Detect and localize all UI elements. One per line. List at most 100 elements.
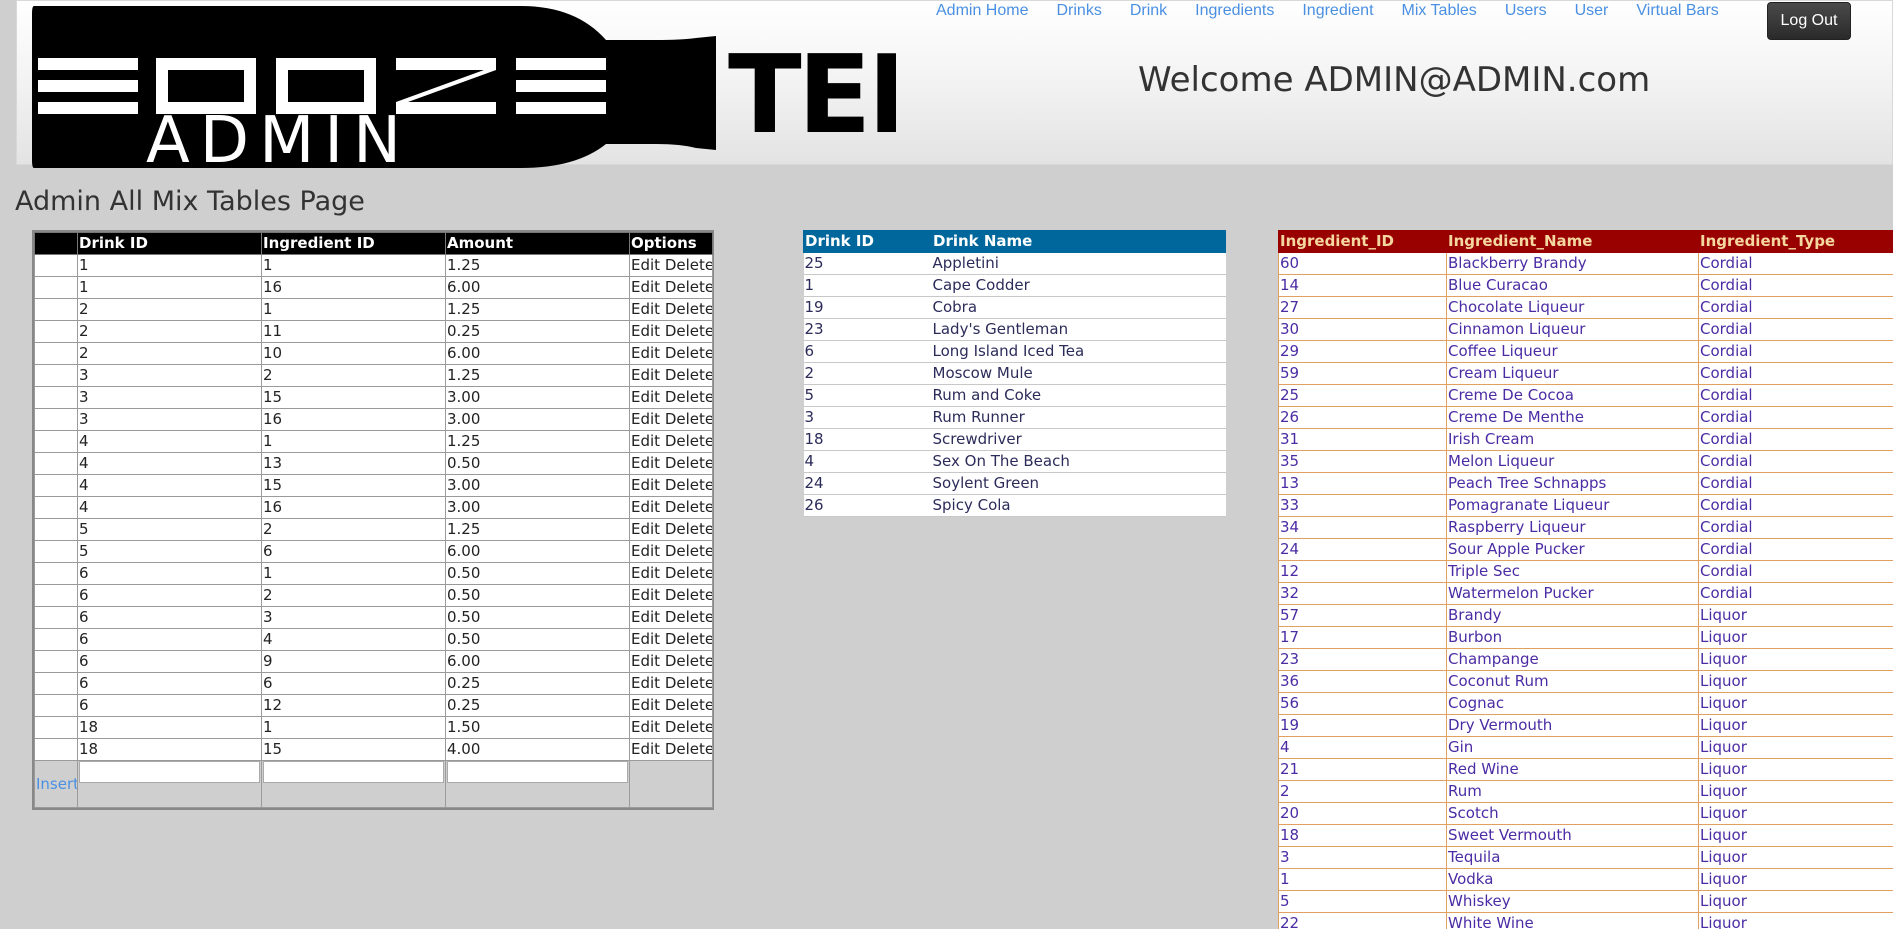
- mix-table-row: 6 9 6.00 Edit Delete: [34, 650, 713, 673]
- edit-link[interactable]: Edit: [631, 696, 660, 714]
- delete-link[interactable]: Delete: [665, 652, 712, 670]
- ingredients-cell-type: Liquor: [1698, 802, 1893, 825]
- insert-amount-cell: [445, 760, 630, 808]
- delete-link[interactable]: Delete: [665, 322, 712, 340]
- edit-link[interactable]: Edit: [631, 256, 660, 274]
- nav-admin-home[interactable]: Admin Home: [936, 2, 1028, 20]
- mix-cell-amount: 3.00: [445, 474, 630, 497]
- ingredients-table-body: 60 Blackberry Brandy Cordial 14 Blue Curacao…: [1278, 252, 1893, 929]
- edit-link[interactable]: Edit: [631, 410, 660, 428]
- delete-link[interactable]: Delete: [665, 564, 712, 582]
- mix-cell-amount: 1.25: [445, 518, 630, 541]
- edit-link[interactable]: Edit: [631, 586, 660, 604]
- edit-link[interactable]: Edit: [631, 454, 660, 472]
- edit-link[interactable]: Edit: [631, 432, 660, 450]
- delete-link[interactable]: Delete: [665, 366, 712, 384]
- delete-link[interactable]: Delete: [665, 542, 712, 560]
- delete-link[interactable]: Delete: [665, 256, 712, 274]
- edit-link[interactable]: Edit: [631, 608, 660, 626]
- ingredients-cell-name: Burbon: [1446, 626, 1699, 649]
- delete-link[interactable]: Delete: [665, 410, 712, 428]
- ingredients-table-row: 25 Creme De Cocoa Cordial: [1278, 384, 1893, 407]
- logout-button[interactable]: Log Out: [1767, 2, 1851, 40]
- edit-link[interactable]: Edit: [631, 344, 660, 362]
- ingredients-table-row: 22 White Wine Liquor: [1278, 912, 1893, 929]
- edit-link[interactable]: Edit: [631, 322, 660, 340]
- mix-cell-ingredient-id: 2: [261, 584, 446, 607]
- delete-link[interactable]: Delete: [665, 300, 712, 318]
- nav-mix-tables[interactable]: Mix Tables: [1402, 2, 1477, 20]
- delete-link[interactable]: Delete: [665, 630, 712, 648]
- mix-cell-options: Edit Delete: [629, 694, 713, 717]
- drinks-cell-name: Cape Codder: [931, 274, 1226, 297]
- mix-col-blank: [34, 232, 78, 255]
- nav-user[interactable]: User: [1575, 2, 1609, 20]
- nav-ingredients[interactable]: Ingredients: [1195, 2, 1274, 20]
- delete-link[interactable]: Delete: [665, 674, 712, 692]
- ingredients-cell-id: 12: [1278, 560, 1447, 583]
- delete-link[interactable]: Delete: [665, 718, 712, 736]
- edit-link[interactable]: Edit: [631, 476, 660, 494]
- ingredients-cell-name: Sour Apple Pucker: [1446, 538, 1699, 561]
- delete-link[interactable]: Delete: [665, 498, 712, 516]
- nav-users[interactable]: Users: [1505, 2, 1547, 20]
- nav-drinks[interactable]: Drinks: [1056, 2, 1101, 20]
- delete-link[interactable]: Delete: [665, 608, 712, 626]
- mix-cell-amount: 0.25: [445, 320, 630, 343]
- drinks-cell-id: 26: [803, 494, 932, 517]
- delete-link[interactable]: Delete: [665, 388, 712, 406]
- drinks-table-row: 19 Cobra: [803, 296, 1226, 319]
- ingredients-col-id: Ingredient_ID: [1278, 230, 1447, 253]
- mix-cell-amount: 0.50: [445, 584, 630, 607]
- edit-link[interactable]: Edit: [631, 674, 660, 692]
- mix-cell-ingredient-id: 10: [261, 342, 446, 365]
- insert-ingredient-id-input[interactable]: [263, 761, 444, 783]
- delete-link[interactable]: Delete: [665, 740, 712, 758]
- delete-link[interactable]: Delete: [665, 520, 712, 538]
- ingredients-cell-type: Cordial: [1698, 560, 1893, 583]
- mix-cell-options: Edit Delete: [629, 716, 713, 739]
- nav-virtual-bars[interactable]: Virtual Bars: [1636, 2, 1718, 20]
- edit-link[interactable]: Edit: [631, 652, 660, 670]
- mix-cell-drink-id: 3: [77, 408, 262, 431]
- insert-amount-input[interactable]: [447, 761, 628, 783]
- ingredients-cell-id: 1: [1278, 868, 1447, 891]
- insert-drink-id-input[interactable]: [79, 761, 260, 783]
- drinks-cell-id: 19: [803, 296, 932, 319]
- edit-link[interactable]: Edit: [631, 520, 660, 538]
- edit-link[interactable]: Edit: [631, 740, 660, 758]
- delete-link[interactable]: Delete: [665, 432, 712, 450]
- ingredients-cell-name: White Wine: [1446, 912, 1699, 929]
- edit-link[interactable]: Edit: [631, 366, 660, 384]
- edit-link[interactable]: Edit: [631, 278, 660, 296]
- insert-link[interactable]: Insert: [36, 774, 77, 795]
- drinks-cell-id: 4: [803, 450, 932, 473]
- delete-link[interactable]: Delete: [665, 278, 712, 296]
- edit-link[interactable]: Edit: [631, 388, 660, 406]
- mix-cell-options: Edit Delete: [629, 386, 713, 409]
- ingredients-table-row: 60 Blackberry Brandy Cordial: [1278, 252, 1893, 275]
- ingredients-cell-type: Liquor: [1698, 736, 1893, 759]
- edit-link[interactable]: Edit: [631, 630, 660, 648]
- ingredients-cell-id: 60: [1278, 252, 1447, 275]
- ingredients-cell-id: 2: [1278, 780, 1447, 803]
- delete-link[interactable]: Delete: [665, 696, 712, 714]
- delete-link[interactable]: Delete: [665, 586, 712, 604]
- nav-ingredient[interactable]: Ingredient: [1302, 2, 1373, 20]
- edit-link[interactable]: Edit: [631, 564, 660, 582]
- mix-cell-options: Edit Delete: [629, 496, 713, 519]
- ingredients-cell-id: 20: [1278, 802, 1447, 825]
- ingredients-table-row: 14 Blue Curacao Cordial: [1278, 274, 1893, 297]
- delete-link[interactable]: Delete: [665, 454, 712, 472]
- edit-link[interactable]: Edit: [631, 542, 660, 560]
- edit-link[interactable]: Edit: [631, 718, 660, 736]
- ingredients-cell-name: Triple Sec: [1446, 560, 1699, 583]
- edit-link[interactable]: Edit: [631, 300, 660, 318]
- mix-cell-drink-id: 2: [77, 320, 262, 343]
- nav-drink[interactable]: Drink: [1130, 2, 1167, 20]
- delete-link[interactable]: Delete: [665, 344, 712, 362]
- edit-link[interactable]: Edit: [631, 498, 660, 516]
- logo-tek-text: TEK: [728, 33, 896, 158]
- ingredients-cell-name: Rum: [1446, 780, 1699, 803]
- delete-link[interactable]: Delete: [665, 476, 712, 494]
